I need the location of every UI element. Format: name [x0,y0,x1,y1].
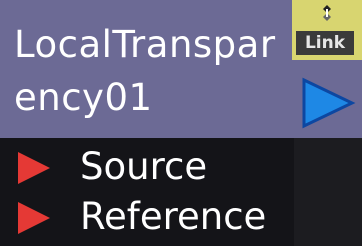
link-label: Link [296,31,354,55]
port-label: Source [80,145,208,188]
input-port-reference[interactable]: Reference [0,194,294,242]
node: LocalTransparency01 Link Source Referenc… [0,0,362,246]
link-icon [323,5,331,21]
link-button[interactable]: Link [292,0,362,60]
input-port-arrow-icon[interactable] [16,150,52,186]
expand-arrow-icon[interactable] [300,76,356,130]
node-title: LocalTransparency01 [14,23,276,119]
node-side-strip [294,138,362,246]
node-header[interactable]: LocalTransparency01 Link [0,0,362,138]
input-port-arrow-icon[interactable] [16,200,52,236]
port-label: Reference [80,195,267,238]
input-port-source[interactable]: Source [0,144,294,192]
